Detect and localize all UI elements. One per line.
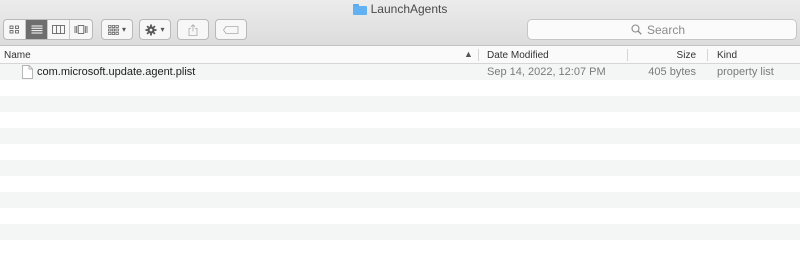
column-divider[interactable] [478, 49, 479, 61]
sort-ascending-icon: ▲ [464, 49, 473, 59]
list-view-button[interactable] [26, 20, 48, 39]
share-icon [188, 23, 198, 36]
file-size: 405 bytes [648, 66, 696, 78]
column-header-kind-label: Kind [717, 49, 738, 61]
empty-row [0, 96, 800, 112]
empty-row [0, 208, 800, 224]
empty-row [0, 240, 800, 255]
window-title-text: LaunchAgents [370, 2, 448, 16]
file-date-modified: Sep 14, 2022, 12:07 PM [487, 66, 606, 78]
empty-row [0, 192, 800, 208]
file-name: com.microsoft.update.agent.plist [37, 66, 196, 78]
search-icon [631, 24, 642, 35]
icon-view-button[interactable] [4, 20, 26, 39]
column-view-button[interactable] [48, 20, 70, 39]
empty-row [0, 128, 800, 144]
chevron-down-icon: ▾ [160, 25, 165, 34]
list-view-icon [31, 25, 42, 34]
empty-row [0, 144, 800, 160]
file-list: com.microsoft.update.agent.plist Sep 14,… [0, 64, 800, 255]
gallery-view-icon [74, 25, 88, 34]
chevron-down-icon: ▾ [121, 25, 126, 34]
empty-row [0, 112, 800, 128]
share-button[interactable] [177, 19, 209, 40]
action-button[interactable]: ▾ [139, 19, 171, 40]
column-header-date-label: Date Modified [487, 49, 549, 61]
column-header-row: Name ▲ Date Modified Size Kind [0, 46, 800, 64]
icon-view-icon [9, 25, 19, 34]
finder-toolbar: LaunchAgents ▾ ▾ Search [0, 0, 800, 46]
view-mode-segmented-control [3, 19, 93, 40]
column-header-size[interactable]: Size [628, 46, 696, 64]
empty-row [0, 80, 800, 96]
gallery-view-button[interactable] [70, 20, 92, 39]
column-view-icon [52, 25, 65, 34]
empty-row [0, 176, 800, 192]
window-title: LaunchAgents [0, 2, 800, 16]
search-input[interactable] [647, 22, 693, 37]
column-divider[interactable] [707, 49, 708, 61]
document-icon [22, 65, 33, 79]
gear-icon [145, 24, 157, 35]
tag-button[interactable] [215, 19, 247, 40]
file-kind: property list [717, 66, 774, 78]
column-header-kind[interactable]: Kind [717, 46, 737, 64]
empty-row [0, 160, 800, 176]
column-header-date-modified[interactable]: Date Modified [487, 46, 549, 64]
search-field[interactable] [527, 19, 797, 40]
group-by-button[interactable]: ▾ [101, 19, 133, 40]
column-header-name-label: Name [4, 49, 31, 61]
tag-icon [223, 25, 239, 34]
empty-row [0, 224, 800, 240]
group-by-icon [108, 24, 119, 35]
column-header-name[interactable]: Name [4, 46, 31, 64]
folder-icon [352, 3, 367, 15]
column-header-size-label: Size [676, 49, 696, 61]
file-row[interactable]: com.microsoft.update.agent.plist Sep 14,… [0, 64, 800, 80]
